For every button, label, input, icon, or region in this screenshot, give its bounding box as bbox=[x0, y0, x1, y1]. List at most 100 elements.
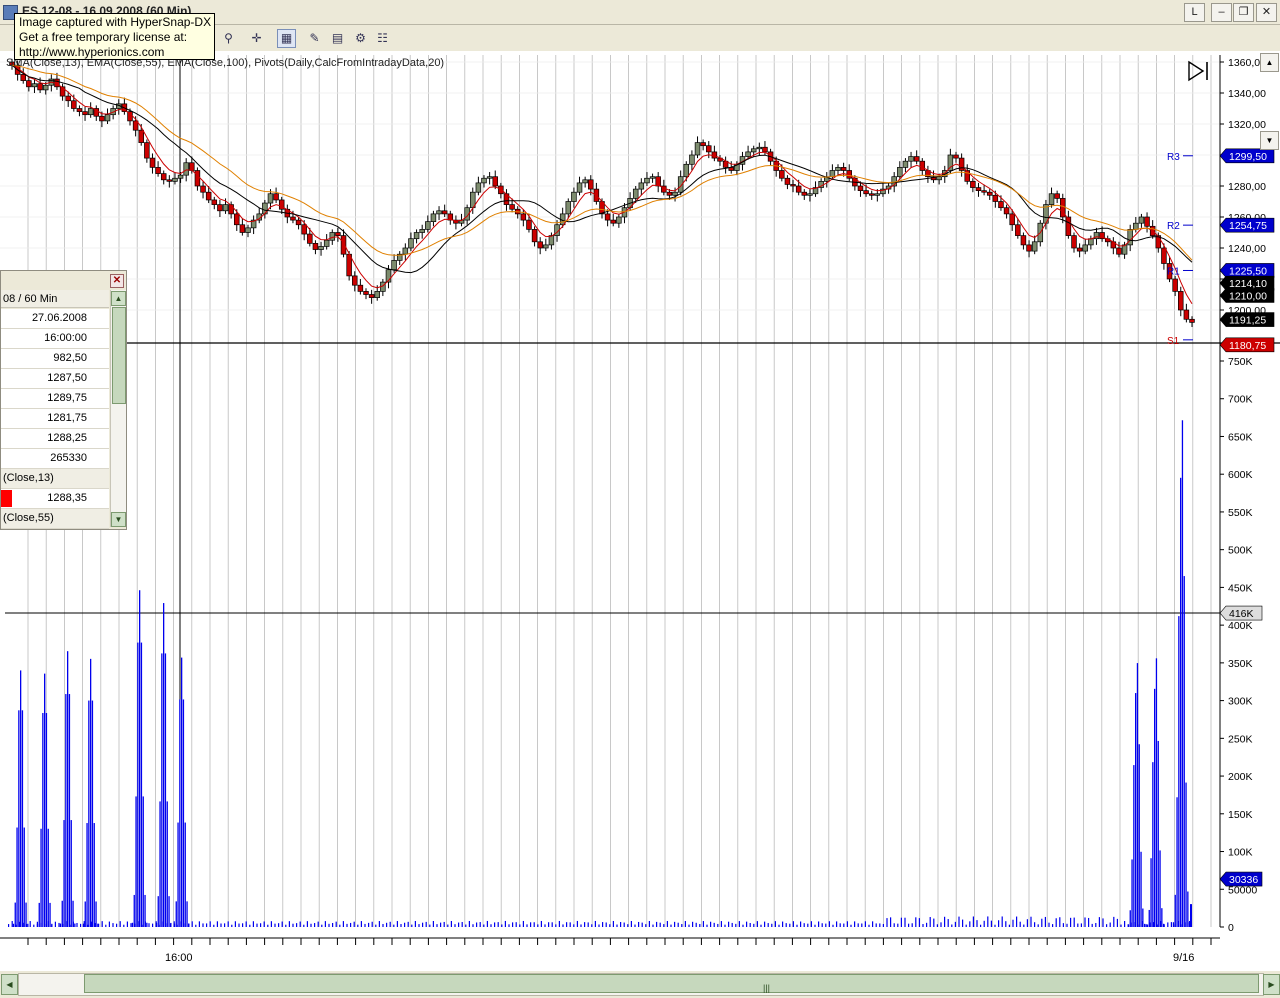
volume-bar bbox=[1059, 917, 1061, 927]
volume-bar bbox=[1048, 922, 1050, 927]
properties-button[interactable]: ▦ bbox=[277, 29, 296, 48]
capture-tooltip: Image captured with HyperSnap-DX Get a f… bbox=[14, 13, 215, 60]
candle-body bbox=[1026, 244, 1032, 252]
candle-body bbox=[970, 181, 976, 188]
arrow-down-icon: ▼ bbox=[1265, 136, 1274, 145]
scroll-up-button[interactable]: ▲ bbox=[111, 291, 126, 306]
scroll-down-button[interactable]: ▼ bbox=[1260, 131, 1279, 150]
data-value: 1289,75 bbox=[47, 392, 87, 404]
volume-bar bbox=[141, 924, 143, 927]
volume-bar bbox=[62, 923, 64, 927]
chart-style-button[interactable]: ▤ bbox=[328, 29, 347, 48]
candle-body bbox=[1189, 318, 1195, 323]
volume-bar bbox=[1034, 922, 1036, 927]
volume-bar bbox=[152, 923, 154, 927]
volume-bar bbox=[1152, 922, 1154, 927]
layout-button[interactable]: L bbox=[1184, 3, 1205, 22]
candle-body bbox=[65, 95, 71, 102]
volume-bar bbox=[47, 921, 49, 927]
volume-bar bbox=[785, 923, 787, 927]
candle-body bbox=[953, 154, 959, 159]
pencil-button[interactable]: ✎ bbox=[305, 29, 324, 48]
data-value: 265330 bbox=[50, 452, 87, 464]
volume-bar bbox=[68, 694, 71, 927]
restore-button[interactable]: ❐ bbox=[1233, 3, 1254, 22]
volume-bar bbox=[962, 919, 964, 927]
volume-bar bbox=[994, 924, 996, 927]
candle-body bbox=[548, 235, 555, 246]
volume-bar bbox=[87, 924, 89, 927]
candle-body bbox=[1076, 247, 1083, 252]
candle-body bbox=[1009, 213, 1015, 226]
scroll-right-button[interactable]: ▶ bbox=[1263, 974, 1280, 995]
candle-body bbox=[374, 291, 380, 298]
volume-bar bbox=[252, 921, 254, 927]
candle-body bbox=[750, 148, 757, 153]
candle-body bbox=[520, 213, 527, 221]
volume-bar bbox=[1055, 918, 1057, 927]
volume-bar bbox=[1146, 924, 1149, 927]
volume-bar bbox=[1116, 918, 1118, 927]
volume-bar bbox=[58, 922, 60, 927]
crosshair-button[interactable]: ✛ bbox=[247, 29, 266, 48]
close-button[interactable]: ✕ bbox=[1256, 3, 1277, 22]
volume-bar bbox=[1187, 891, 1189, 927]
scroll-left-button[interactable]: ◀ bbox=[1, 974, 18, 995]
data-window[interactable]: ✕ 08 / 60 Min 27.06.2008 16:00:00 982,50… bbox=[0, 270, 127, 530]
chart-svg[interactable]: R3R2R1S1 1360,01340,001320,001300,001280… bbox=[0, 51, 1280, 971]
volume-bar bbox=[875, 923, 877, 927]
volume-bar bbox=[278, 923, 280, 927]
volume-bar bbox=[328, 923, 330, 927]
volume-bar bbox=[522, 920, 524, 927]
data-window-scrollbar[interactable]: ▲ ▼ bbox=[110, 290, 126, 527]
arrow-down-icon: ▼ bbox=[114, 515, 123, 524]
scroll-up-button[interactable]: ▲ bbox=[1260, 53, 1279, 72]
volume-bar bbox=[677, 922, 679, 927]
candle-body bbox=[588, 179, 594, 190]
data-box-button[interactable]: ☷ bbox=[373, 29, 392, 48]
chart-area[interactable]: R3R2R1S1 1360,01340,001320,001300,001280… bbox=[0, 51, 1280, 971]
candle-body bbox=[565, 201, 572, 215]
volume-bar bbox=[1181, 924, 1183, 927]
restore-icon: ❐ bbox=[1238, 6, 1249, 18]
volume-bar bbox=[652, 924, 654, 927]
candle-body bbox=[1121, 244, 1128, 255]
tick-label: 600K bbox=[1228, 469, 1253, 481]
settings-button[interactable]: ⚙ bbox=[351, 29, 370, 48]
volume-bar bbox=[512, 922, 514, 927]
volume-bar bbox=[368, 922, 370, 927]
volume-bar bbox=[393, 924, 395, 927]
volume-bar bbox=[157, 896, 159, 927]
minimize-button[interactable]: – bbox=[1211, 3, 1232, 22]
tick-label: 1360,0 bbox=[1228, 57, 1260, 69]
horizontal-scrollbar[interactable]: ◀ ||| ▶ bbox=[0, 971, 1280, 998]
scroll-thumb[interactable]: ||| bbox=[84, 974, 1259, 993]
volume-bar bbox=[591, 924, 593, 927]
volume-bar bbox=[1152, 762, 1154, 927]
tick-label: 300K bbox=[1228, 696, 1253, 708]
volume-bar bbox=[91, 700, 94, 927]
volume-bar bbox=[1180, 477, 1182, 927]
candle-body bbox=[183, 162, 189, 176]
goto-end-button[interactable] bbox=[1187, 60, 1211, 82]
volume-bar bbox=[202, 923, 204, 927]
scroll-thumb[interactable] bbox=[112, 307, 126, 404]
volume-bar bbox=[641, 922, 643, 927]
scroll-down-button[interactable]: ▼ bbox=[111, 512, 126, 527]
volume-bar bbox=[65, 694, 67, 927]
volume-bar bbox=[72, 921, 74, 927]
volume-bar bbox=[558, 920, 560, 927]
volume-bar bbox=[990, 920, 992, 927]
volume-bar bbox=[915, 917, 917, 927]
volume-bar bbox=[179, 699, 181, 927]
data-section-ema: (Close,55) bbox=[1, 509, 109, 529]
volume-bar bbox=[940, 922, 942, 927]
volume-bar bbox=[1138, 924, 1140, 927]
zoom-button[interactable]: ⚲ bbox=[219, 29, 238, 48]
candle-body bbox=[992, 194, 999, 202]
candle-body bbox=[155, 167, 161, 174]
data-window-close-button[interactable]: ✕ bbox=[110, 274, 124, 288]
volume-bar bbox=[116, 923, 118, 927]
volume-bar bbox=[742, 924, 744, 927]
volume-bar bbox=[1109, 922, 1111, 927]
